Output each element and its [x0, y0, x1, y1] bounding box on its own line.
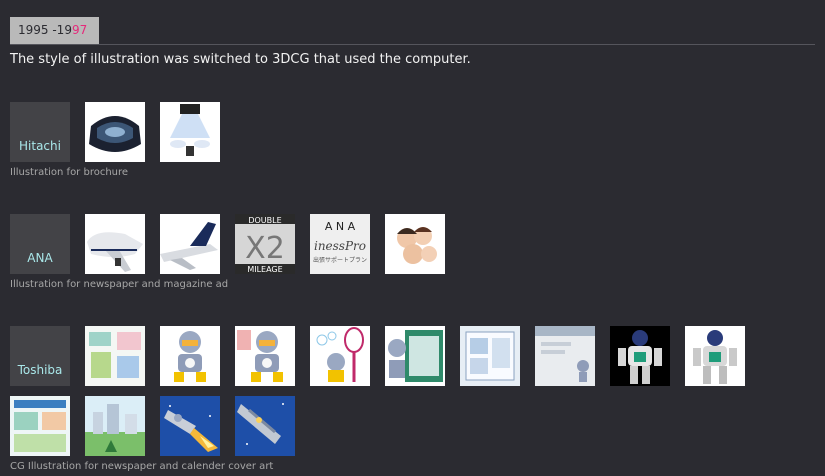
toshiba-rocket-thumbnail-2[interactable] [235, 396, 295, 456]
jp-line-text: 出張サポートプラン [313, 256, 367, 264]
intro-text: The style of illustration was switched t… [10, 52, 471, 67]
header-divider [10, 44, 815, 45]
toshiba-city-thumbnail[interactable] [85, 396, 145, 456]
year-prefix: 1995 -19 [18, 23, 72, 37]
ana-text: A N A [325, 220, 356, 233]
caption-toshiba: CG Illustration for newspaper and calend… [10, 461, 274, 472]
toshiba-screen-thumbnail[interactable] [460, 326, 520, 386]
hitachi-projector-thumbnail[interactable] [160, 102, 220, 162]
x2-text: X2 [245, 231, 285, 266]
toshiba-collage-thumbnail[interactable] [85, 326, 145, 386]
ana-jumbo-jet-thumbnail[interactable] [85, 214, 145, 274]
client-label-toshiba: Toshiba [10, 326, 70, 386]
caption-hitachi: Illustration for brochure [10, 167, 129, 178]
hitachi-device-thumbnail[interactable] [85, 102, 145, 162]
toshiba-robot-thumbnail-2[interactable] [235, 326, 295, 386]
mileage-text: MILEAGE [247, 265, 282, 274]
toshiba-robot-computer-thumbnail[interactable] [385, 326, 445, 386]
client-label-hitachi: Hitachi [10, 102, 70, 162]
year-range-badge: 1995 -1997 [10, 17, 99, 44]
toshiba-robot-racket-thumbnail[interactable] [310, 326, 370, 386]
client-label-ana: ANA [10, 214, 70, 274]
business-text: inessPro [314, 239, 366, 253]
toshiba-robot-walking-thumbnail[interactable] [685, 326, 745, 386]
ana-family-faces-thumbnail[interactable] [385, 214, 445, 274]
ana-plane-tail-thumbnail[interactable] [160, 214, 220, 274]
double-text: DOUBLE [248, 216, 281, 225]
toshiba-robot-dark-thumbnail[interactable] [610, 326, 670, 386]
toshiba-interface-thumbnail[interactable] [535, 326, 595, 386]
toshiba-rocket-thumbnail-1[interactable] [160, 396, 220, 456]
ana-business-support-thumbnail[interactable]: A N A inessPro 出張サポートプラン [310, 214, 370, 274]
double-mileage-thumbnail[interactable]: DOUBLE X2 MILEAGE [235, 214, 295, 274]
toshiba-robot-thumbnail-1[interactable] [160, 326, 220, 386]
toshiba-newspaper-thumbnail[interactable] [10, 396, 70, 456]
caption-ana: Illustration for newspaper and magazine … [10, 279, 229, 290]
year-highlight: 97 [71, 23, 88, 37]
